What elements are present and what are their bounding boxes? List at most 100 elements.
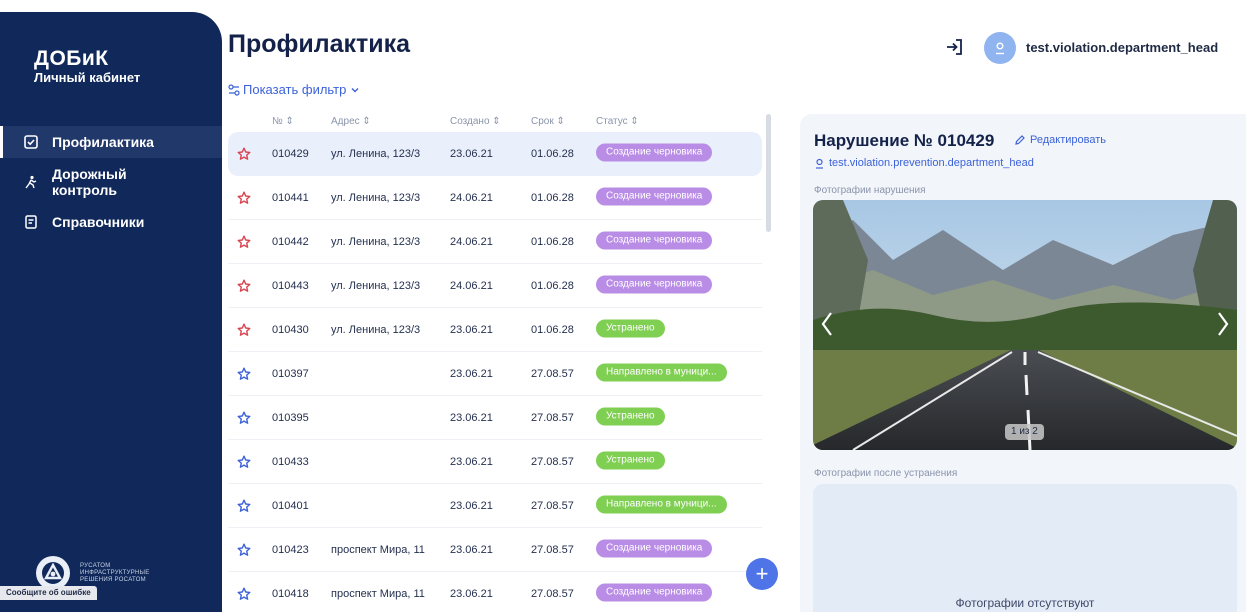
table-row[interactable]: 010395 23.06.21 27.08.57 Устранено xyxy=(228,396,762,440)
status-badge: Устранено xyxy=(596,319,665,337)
row-due: 01.06.28 xyxy=(531,191,574,204)
avatar[interactable] xyxy=(984,32,1016,64)
brand-subtitle: Личный кабинет xyxy=(34,70,141,85)
after-fix-photos-placeholder: Фотографии отсутствуют xyxy=(813,484,1237,612)
row-due: 01.06.28 xyxy=(531,323,574,336)
sidebar-item-references[interactable]: Справочники xyxy=(0,206,222,238)
column-header-address[interactable]: Адрес ⇕ xyxy=(331,116,371,127)
row-number: 010401 xyxy=(272,499,309,512)
table-row[interactable]: 010423 проспект Мира, 11 23.06.21 27.08.57 С… xyxy=(228,528,762,572)
road-worker-icon xyxy=(24,175,38,189)
sidebar-item-road-control[interactable]: Дорожный контроль xyxy=(0,158,222,206)
brand[interactable]: ДОБиК Личный кабинет xyxy=(34,48,140,86)
star-icon[interactable] xyxy=(237,499,251,513)
row-created: 23.06.21 xyxy=(450,411,493,424)
report-error-button[interactable]: Сообщите об ошибке xyxy=(0,586,97,600)
status-badge: Устранено xyxy=(596,407,665,425)
row-created: 24.06.21 xyxy=(450,191,493,204)
row-due: 01.06.28 xyxy=(531,148,574,160)
table-scrollbar[interactable] xyxy=(766,114,771,232)
row-due: 01.06.28 xyxy=(531,279,574,292)
row-address: ул. Ленина, 123/3 xyxy=(331,279,421,292)
violation-title: Нарушение № 010429 xyxy=(814,131,995,150)
edit-button[interactable]: Редактировать xyxy=(1014,134,1106,146)
sidebar-item-prevention[interactable]: Профилактика xyxy=(0,126,222,158)
table-row[interactable]: 010401 23.06.21 27.08.57 Направлено в муниц… xyxy=(228,484,762,528)
row-number: 010418 xyxy=(272,587,309,600)
photo-counter: 1 из 2 xyxy=(1005,424,1044,440)
username[interactable]: test.violation.department_head xyxy=(1026,40,1218,55)
row-status: Устранено xyxy=(596,451,665,472)
row-number: 010395 xyxy=(272,411,309,424)
row-number: 010423 xyxy=(272,543,309,556)
row-status: Устранено xyxy=(596,407,665,428)
row-address: ул. Ленина, 123/3 xyxy=(331,191,421,204)
star-icon[interactable] xyxy=(237,191,251,205)
row-address: проспект Мира, 11 xyxy=(331,587,425,600)
rosatom-logo-icon xyxy=(36,556,70,590)
row-created: 23.06.21 xyxy=(450,499,493,512)
column-header-number[interactable]: № ⇕ xyxy=(272,116,294,127)
status-badge: Устранено xyxy=(596,451,665,469)
table-row[interactable]: 010433 23.06.21 27.08.57 Устранено xyxy=(228,440,762,484)
row-address: ул. Ленина, 123/3 xyxy=(331,148,421,160)
column-header-status[interactable]: Статус ⇕ xyxy=(596,116,639,127)
star-icon[interactable] xyxy=(237,587,251,601)
star-icon[interactable] xyxy=(237,367,251,381)
column-header-created[interactable]: Создано ⇕ xyxy=(450,116,501,127)
row-number: 010429 xyxy=(272,148,309,160)
star-icon[interactable] xyxy=(237,235,251,249)
star-icon[interactable] xyxy=(237,279,251,293)
table-row[interactable]: 010442 ул. Ленина, 123/3 24.06.21 01.06.28 С… xyxy=(228,220,762,264)
status-badge: Создание черновика xyxy=(596,275,713,293)
row-status: Создание черновика xyxy=(596,187,713,208)
after-fix-photos-label: Фотографии после устранения xyxy=(814,468,958,479)
row-due: 27.08.57 xyxy=(531,499,574,512)
row-address: ул. Ленина, 123/3 xyxy=(331,323,421,336)
column-header-due[interactable]: Срок ⇕ xyxy=(531,116,565,127)
show-filter-toggle[interactable]: Показать фильтр xyxy=(228,82,364,97)
violation-author[interactable]: test.violation.prevention.department_hea… xyxy=(814,157,1034,169)
table-row[interactable]: 010418 проспект Мира, 11 23.06.21 27.08.57 С… xyxy=(228,572,762,612)
sidebar-item-label: Дорожный контроль xyxy=(52,166,127,198)
row-number: 010443 xyxy=(272,279,309,292)
row-due: 27.08.57 xyxy=(531,367,574,380)
row-due: 27.08.57 xyxy=(531,411,574,424)
row-created: 23.06.21 xyxy=(450,148,493,160)
brand-title: ДОБиК xyxy=(34,47,109,70)
row-created: 23.06.21 xyxy=(450,367,493,380)
row-created: 24.06.21 xyxy=(450,235,493,248)
chevron-left-icon[interactable] xyxy=(819,310,835,338)
table-row[interactable]: 010397 23.06.21 27.08.57 Направлено в муниц… xyxy=(228,352,762,396)
company-logo: РУСАТОМ ИНФРАСТРУКТУРНЫЕ РЕШЕНИЯ РОСАТОМ xyxy=(36,556,170,590)
violation-photo[interactable]: 1 из 2 xyxy=(813,200,1237,450)
row-created: 23.06.21 xyxy=(450,543,493,556)
logo-text: РУСАТОМ ИНФРАСТРУКТУРНЫЕ РЕШЕНИЯ РОСАТОМ xyxy=(80,562,150,583)
star-icon[interactable] xyxy=(237,323,251,337)
book-icon xyxy=(24,215,38,229)
table-row[interactable]: 010430 ул. Ленина, 123/3 23.06.21 01.06.28 У… xyxy=(228,308,762,352)
status-badge: Направлено в муници... xyxy=(596,363,727,381)
table-row[interactable]: 010441 ул. Ленина, 123/3 24.06.21 01.06.28 С… xyxy=(228,176,762,220)
row-address: проспект Мира, 11 xyxy=(331,543,425,556)
author-name: test.violation.prevention.department_hea… xyxy=(829,157,1034,169)
chevron-right-icon[interactable] xyxy=(1215,310,1231,338)
violation-photos-label: Фотографии нарушения xyxy=(814,185,926,196)
add-violation-button[interactable]: + xyxy=(746,558,778,590)
status-badge: Создание черновика xyxy=(596,231,713,249)
star-icon[interactable] xyxy=(237,455,251,469)
row-number: 010441 xyxy=(272,191,309,204)
sidebar: ДОБиК Личный кабинет Профилактика Дорожн… xyxy=(0,12,222,612)
star-icon[interactable] xyxy=(237,543,251,557)
row-due: 27.08.57 xyxy=(531,587,574,600)
row-status: Направлено в муници... xyxy=(596,495,727,516)
sidebar-item-label: Справочники xyxy=(52,214,145,230)
logout-icon[interactable] xyxy=(944,36,966,58)
row-status: Устранено xyxy=(596,319,665,340)
table-row[interactable]: 010443 ул. Ленина, 123/3 24.06.21 01.06.28 С… xyxy=(228,264,762,308)
chevron-down-icon xyxy=(351,87,359,92)
star-icon[interactable] xyxy=(237,411,251,425)
edit-label: Редактировать xyxy=(1030,134,1106,146)
table-row[interactable]: 010429 ул. Ленина, 123/3 23.06.21 01.06.28 С… xyxy=(228,132,762,176)
star-icon[interactable] xyxy=(237,147,251,161)
